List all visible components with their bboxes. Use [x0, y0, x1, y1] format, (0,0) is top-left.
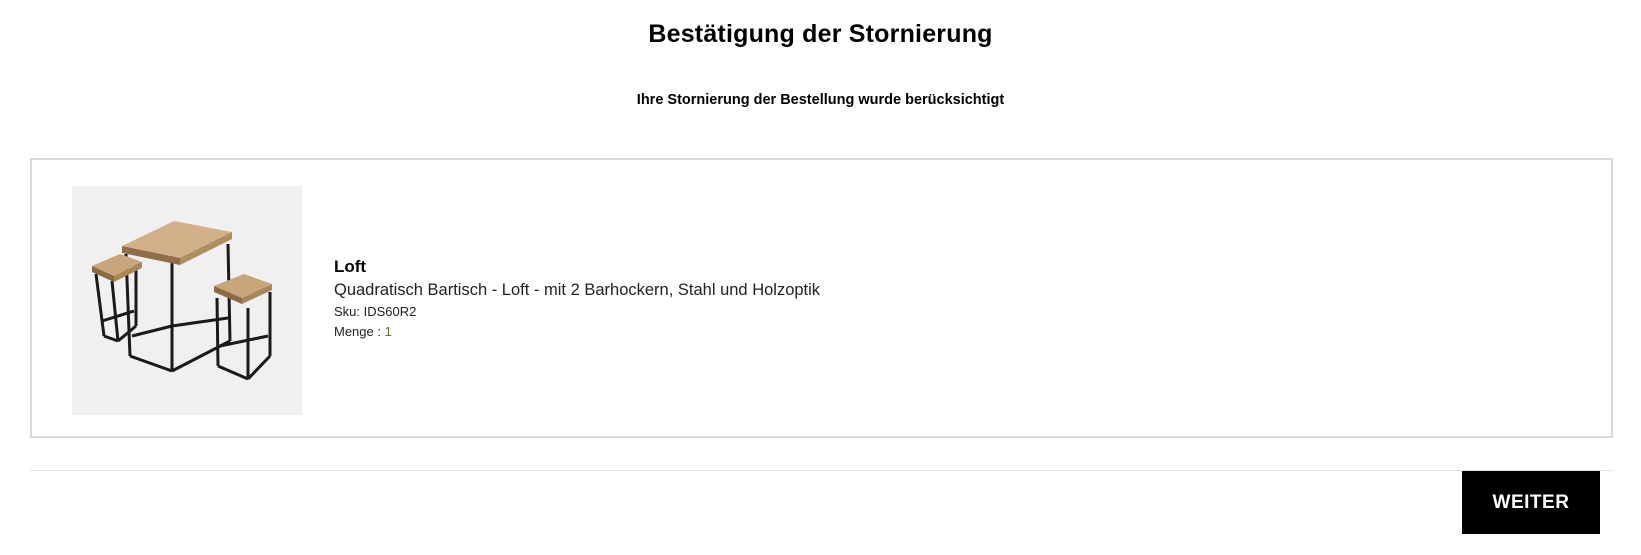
page-title: Bestätigung der Stornierung [648, 20, 993, 48]
page-subtitle: Ihre Stornierung der Bestellung wurde be… [636, 92, 1005, 108]
product-description: Quadratisch Bartisch - Loft - mit 2 Barh… [334, 281, 821, 299]
sku-label: Sku: [334, 304, 364, 319]
sku-value: IDS60R2 [363, 304, 417, 319]
product-name: Loft [334, 257, 367, 276]
product-image [72, 186, 302, 415]
divider [30, 470, 1613, 471]
order-item-card: Loft Quadratisch Bartisch - Loft - mit 2… [30, 158, 1613, 438]
product-info: Loft Quadratisch Bartisch - Loft - mit 2… [334, 256, 820, 342]
next-button[interactable]: WEITER [1462, 471, 1600, 534]
bar-table-with-stools-image [92, 221, 272, 381]
product-sku: Sku: IDS60R2 [334, 302, 820, 322]
quantity-value: 1 [384, 324, 392, 339]
product-quantity: Menge : 1 [334, 322, 820, 342]
quantity-label: Menge : [334, 324, 385, 339]
